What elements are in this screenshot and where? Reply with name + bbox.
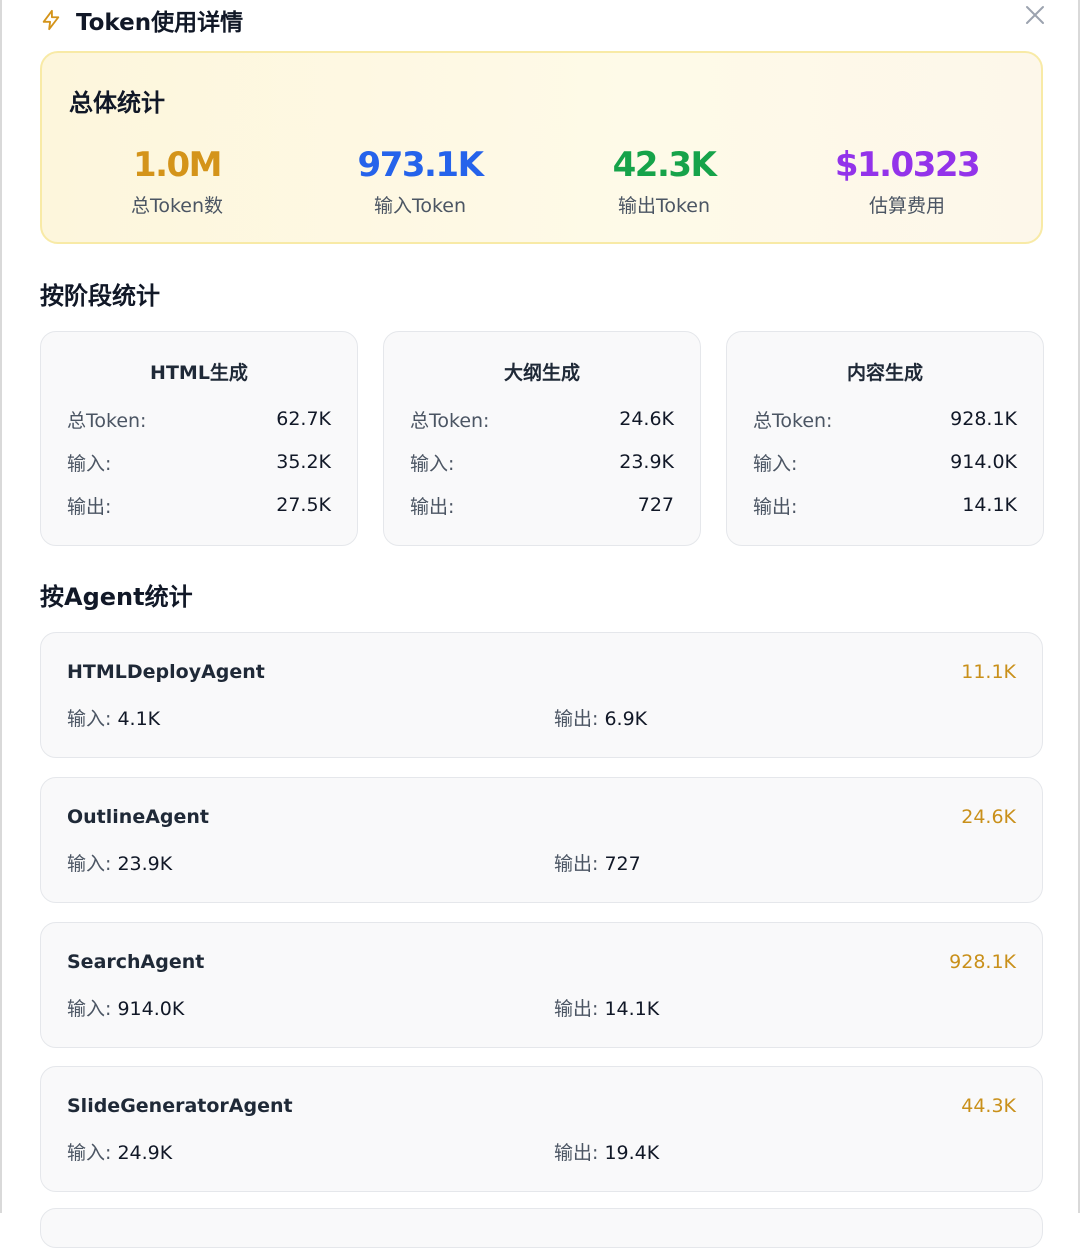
stage-card-content: 内容生成 总Token: 928.1K 输入: 914.0K 输出: 14.1K [726, 331, 1044, 546]
stat-value: 1.0M [132, 145, 223, 185]
agent-output: 输出: 19.4K [554, 1138, 659, 1165]
stage-label: 输入: [410, 452, 455, 475]
agent-input-value: 914.0K [117, 998, 185, 1020]
stat-input-tokens: 973.1K 输入Token [300, 145, 540, 218]
agent-input-value: 24.9K [117, 1142, 173, 1164]
agent-output-label: 输出: [554, 853, 605, 875]
stat-label: 输出Token [617, 195, 711, 217]
agent-output-label: 输出: [554, 998, 605, 1020]
lightning-bolt-icon [40, 9, 62, 31]
agent-card-partial [40, 1208, 1043, 1248]
agent-total: 11.1K [961, 661, 1016, 683]
stage-value: 24.6K [619, 408, 674, 430]
agent-output-value: 19.4K [604, 1142, 660, 1164]
stage-row-output: 输出: 14.1K [753, 491, 1017, 519]
agent-input: 输入: 23.9K [67, 849, 172, 876]
agent-total: 928.1K [949, 951, 1016, 973]
stage-row-input: 输入: 23.9K [410, 448, 674, 476]
stat-estimated-cost: $1.0323 估算费用 [787, 145, 1027, 218]
stage-name: HTML生成 [150, 362, 248, 384]
agent-input-label: 输入: [67, 853, 118, 875]
stage-value: 27.5K [276, 494, 331, 516]
stage-value: 35.2K [276, 451, 331, 473]
stat-label: 输入Token [373, 195, 467, 217]
overview-title: 总体统计 [69, 89, 165, 117]
close-button[interactable] [1022, 2, 1048, 28]
agent-input-label: 输入: [67, 998, 118, 1020]
agent-output: 输出: 6.9K [554, 704, 647, 731]
stage-label: 输入: [753, 452, 798, 475]
overview-panel: 总体统计 1.0M 总Token数 973.1K 输入Token 42.3K 输… [40, 51, 1043, 244]
stage-card-outline: 大纲生成 总Token: 24.6K 输入: 23.9K 输出: 727 [383, 331, 701, 546]
agent-input: 输入: 4.1K [67, 704, 160, 731]
agent-name: SearchAgent [67, 951, 205, 973]
stage-value: 727 [637, 494, 674, 516]
stage-row-total: 总Token: 24.6K [410, 405, 674, 433]
agent-total: 24.6K [961, 806, 1016, 828]
stage-row-output: 输出: 27.5K [67, 491, 331, 519]
stage-value: 62.7K [276, 408, 331, 430]
stat-value: $1.0323 [834, 145, 981, 185]
stage-row-total: 总Token: 62.7K [67, 405, 331, 433]
stage-label: 总Token: [410, 409, 490, 432]
stage-label: 输入: [67, 452, 112, 475]
agent-name: HTMLDeployAgent [67, 661, 265, 683]
stage-value: 14.1K [962, 494, 1017, 516]
stat-label: 估算费用 [868, 195, 945, 217]
stat-value: 973.1K [357, 145, 484, 185]
stage-card-html: HTML生成 总Token: 62.7K 输入: 35.2K 输出: 27.5K [40, 331, 358, 546]
stage-row-total: 总Token: 928.1K [753, 405, 1017, 433]
agent-input-label: 输入: [67, 1142, 118, 1164]
agent-output: 输出: 727 [554, 849, 641, 876]
agent-card: SlideGeneratorAgent 44.3K 输入: 24.9K 输出: … [40, 1066, 1043, 1192]
agent-output-value: 727 [604, 853, 641, 875]
stat-label: 总Token数 [130, 195, 224, 217]
agent-output-label: 输出: [554, 1142, 605, 1164]
stage-label: 输出: [67, 495, 112, 518]
dialog-header: Token使用详情 [40, 0, 1040, 40]
token-usage-dialog: Token使用详情 总体统计 1.0M 总Token数 973.1K 输入Tok… [0, 0, 1080, 1248]
agent-output: 输出: 14.1K [554, 994, 659, 1021]
agent-input: 输入: 914.0K [67, 994, 184, 1021]
stat-output-tokens: 42.3K 输出Token [544, 145, 784, 218]
stage-label: 总Token: [753, 409, 833, 432]
agent-section-title: 按Agent统计 [40, 583, 193, 611]
agent-name: OutlineAgent [67, 806, 209, 828]
stage-name: 大纲生成 [503, 362, 580, 384]
stat-total-tokens: 1.0M 总Token数 [57, 145, 297, 218]
agent-input-value: 23.9K [117, 853, 173, 875]
stage-value: 928.1K [950, 408, 1017, 430]
stage-row-input: 输入: 35.2K [67, 448, 331, 476]
stage-value: 914.0K [950, 451, 1017, 473]
agent-card: HTMLDeployAgent 11.1K 输入: 4.1K 输出: 6.9K [40, 632, 1043, 758]
stage-name: 内容生成 [846, 362, 923, 384]
agent-output-label: 输出: [554, 708, 605, 730]
dialog-title: Token使用详情 [76, 10, 244, 36]
agent-card: SearchAgent 928.1K 输入: 914.0K 输出: 14.1K [40, 922, 1043, 1048]
agent-output-value: 6.9K [604, 708, 648, 730]
agent-input: 输入: 24.9K [67, 1138, 172, 1165]
stage-row-output: 输出: 727 [410, 491, 674, 519]
agent-input-value: 4.1K [117, 708, 161, 730]
agent-total: 44.3K [961, 1095, 1016, 1117]
agent-card: OutlineAgent 24.6K 输入: 23.9K 输出: 727 [40, 777, 1043, 903]
stage-row-input: 输入: 914.0K [753, 448, 1017, 476]
stage-label: 输出: [753, 495, 798, 518]
stat-value: 42.3K [612, 145, 717, 185]
stage-section-title: 按阶段统计 [40, 282, 160, 310]
stage-label: 总Token: [67, 409, 147, 432]
agent-input-label: 输入: [67, 708, 118, 730]
stage-value: 23.9K [619, 451, 674, 473]
agent-name: SlideGeneratorAgent [67, 1095, 293, 1117]
agent-output-value: 14.1K [604, 998, 660, 1020]
stage-label: 输出: [410, 495, 455, 518]
close-icon [1026, 6, 1044, 24]
